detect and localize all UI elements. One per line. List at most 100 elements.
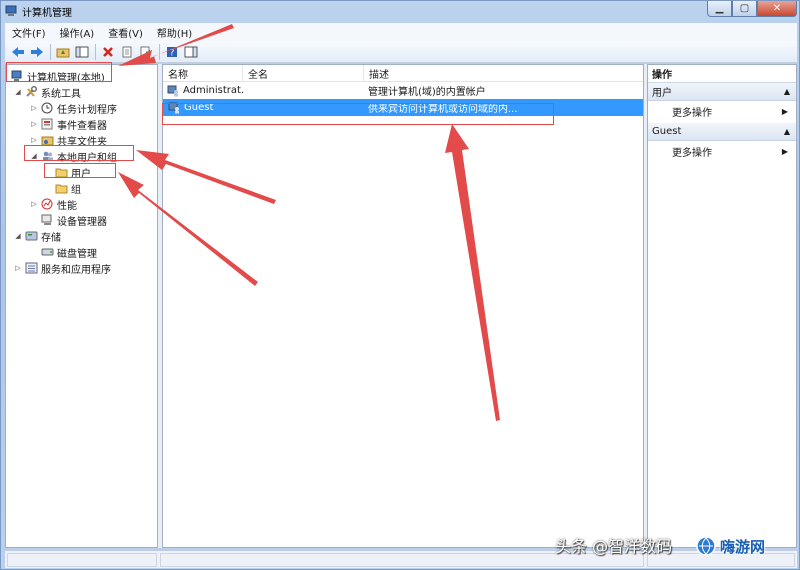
expand-arrow-icon[interactable]: ▷ <box>30 104 38 112</box>
action-more-actions-users[interactable]: 更多操作 ▶ <box>648 101 796 121</box>
tree-item-task-scheduler[interactable]: ▷ 任务计划程序 <box>30 100 117 116</box>
tree-item-device-manager[interactable]: 设备管理器 <box>40 212 107 228</box>
tree-item-services-apps[interactable]: ▷ 服务和应用程序 <box>14 260 111 276</box>
user-name: Guest <box>184 102 214 113</box>
user-list-pane: 名称 全名 描述 Administrat... 管理计算机(域)的内置帐户 <box>162 64 644 548</box>
user-description: 管理计算机(域)的内置帐户 <box>368 87 486 98</box>
tree-label: 任务计划程序 <box>57 104 117 116</box>
help-icon[interactable]: ? <box>163 43 181 61</box>
tools-icon <box>24 86 38 99</box>
event-log-icon <box>40 118 54 131</box>
main-content: 计算机管理(本地) ◢ 系统工具 ▷ 任务计划程序 ▷ 事件查看器 ▷ 共享文件… <box>5 64 797 548</box>
collapse-arrow-icon[interactable]: ◢ <box>14 232 22 240</box>
storage-icon <box>24 230 38 243</box>
toolbar-separator <box>50 43 51 60</box>
user-name-cell: Guest <box>163 101 243 114</box>
tree-label: 存储 <box>41 232 61 244</box>
expand-arrow-icon[interactable]: ▷ <box>14 264 22 272</box>
status-cell <box>7 553 157 567</box>
menu-view[interactable]: 查看(V) <box>101 25 150 40</box>
column-header-description[interactable]: 描述 <box>364 65 643 82</box>
collapse-arrow-icon[interactable]: ◢ <box>30 152 38 160</box>
tree-label: 系统工具 <box>41 88 81 100</box>
menu-bar: 文件(F) 操作(A) 查看(V) 帮助(H) <box>5 23 797 41</box>
tree-item-disk-management[interactable]: 磁盘管理 <box>40 244 97 260</box>
tree-item-system-tools[interactable]: ◢ 系统工具 <box>14 84 81 100</box>
column-header-name[interactable]: 名称 <box>163 65 243 82</box>
tree-label: 用户 <box>71 168 91 180</box>
back-arrow-icon[interactable] <box>9 43 27 61</box>
computer-management-icon <box>5 5 17 17</box>
menu-file[interactable]: 文件(F) <box>5 25 53 40</box>
show-hide-action-pane-icon[interactable] <box>182 43 200 61</box>
action-more-actions-guest[interactable]: 更多操作 ▶ <box>648 141 796 161</box>
users-group-icon <box>40 150 54 163</box>
performance-icon <box>40 198 54 211</box>
tree-label: 计算机管理(本地) <box>27 72 105 84</box>
action-label: 更多操作 <box>672 147 712 159</box>
action-label: 更多操作 <box>672 107 712 119</box>
status-bar <box>5 550 797 568</box>
globe-logo-icon <box>696 536 716 556</box>
minimize-button[interactable]: ▁ <box>707 1 732 17</box>
action-group-guest[interactable]: Guest ▲ <box>648 123 796 141</box>
services-icon <box>24 262 38 275</box>
clock-icon <box>40 102 54 115</box>
watermark-text: 头条 @智洋数码 <box>555 537 673 556</box>
collapse-up-icon[interactable]: ▲ <box>784 87 790 96</box>
window-controls: ▁ ▢ ✕ <box>707 1 797 17</box>
expand-arrow-icon[interactable]: ▷ <box>30 120 38 128</box>
tree-item-root[interactable]: 计算机管理(本地) <box>10 68 105 84</box>
expand-arrow-icon[interactable]: ▷ <box>30 136 38 144</box>
window-title: 计算机管理 <box>22 7 72 19</box>
action-group-users[interactable]: 用户 ▲ <box>648 83 796 101</box>
submenu-arrow-icon: ▶ <box>781 146 788 156</box>
action-group-label: Guest <box>652 126 682 137</box>
column-header-full-name[interactable]: 全名 <box>243 65 364 82</box>
tree-item-shared-folders[interactable]: ▷ 共享文件夹 <box>30 132 107 148</box>
folder-icon <box>54 166 68 179</box>
user-icon <box>167 101 181 114</box>
navigation-tree: 计算机管理(本地) ◢ 系统工具 ▷ 任务计划程序 ▷ 事件查看器 ▷ 共享文件… <box>5 64 158 548</box>
list-row-guest[interactable]: Guest 供来宾访问计算机或访问域的内... <box>163 99 643 116</box>
toolbar-separator <box>95 43 96 60</box>
menu-help[interactable]: 帮助(H) <box>150 25 199 40</box>
expand-arrow-icon[interactable]: ▷ <box>30 200 38 208</box>
export-list-icon[interactable] <box>137 43 155 61</box>
list-row-administrator[interactable]: Administrat... 管理计算机(域)的内置帐户 <box>163 82 643 99</box>
collapse-up-icon[interactable]: ▲ <box>784 127 790 136</box>
tree-item-local-users-groups[interactable]: ◢ 本地用户和组 <box>30 148 117 164</box>
tree-item-groups[interactable]: 组 <box>54 180 81 196</box>
tree-item-storage[interactable]: ◢ 存储 <box>14 228 61 244</box>
tree-label: 磁盘管理 <box>57 248 97 260</box>
properties-icon[interactable] <box>118 43 136 61</box>
tree-label: 组 <box>71 184 81 196</box>
user-name: Administrat... <box>183 85 243 96</box>
tree-item-performance[interactable]: ▷ 性能 <box>30 196 77 212</box>
action-group-label: 用户 <box>652 88 672 99</box>
forward-arrow-icon[interactable] <box>28 43 46 61</box>
show-hide-tree-icon[interactable] <box>73 43 91 61</box>
collapse-arrow-icon[interactable]: ◢ <box>14 88 22 96</box>
watermark-logo-text: 嗨游网 <box>720 537 766 556</box>
tree-label: 共享文件夹 <box>57 136 107 148</box>
maximize-button[interactable]: ▢ <box>732 1 757 17</box>
close-button[interactable]: ✕ <box>757 1 797 17</box>
toolbar-separator <box>159 43 160 60</box>
title-bar: 计算机管理 ▁ ▢ ✕ <box>1 1 800 21</box>
up-folder-icon[interactable] <box>54 43 72 61</box>
svg-text:?: ? <box>170 48 175 58</box>
tree-label: 事件查看器 <box>57 120 107 132</box>
computer-icon <box>10 70 24 83</box>
tree-item-event-viewer[interactable]: ▷ 事件查看器 <box>30 116 107 132</box>
user-name-cell: Administrat... <box>163 84 243 97</box>
actions-title: 操作 <box>648 65 796 83</box>
submenu-arrow-icon: ▶ <box>781 106 788 116</box>
menu-action[interactable]: 操作(A) <box>53 25 102 40</box>
device-manager-icon <box>40 214 54 227</box>
user-description: 供来宾访问计算机或访问域的内... <box>368 104 518 115</box>
tree-item-users[interactable]: 用户 <box>54 164 91 180</box>
delete-icon[interactable] <box>99 43 117 61</box>
actions-pane: 操作 用户 ▲ 更多操作 ▶ Guest ▲ 更多操作 ▶ <box>647 64 797 548</box>
folder-icon <box>54 182 68 195</box>
